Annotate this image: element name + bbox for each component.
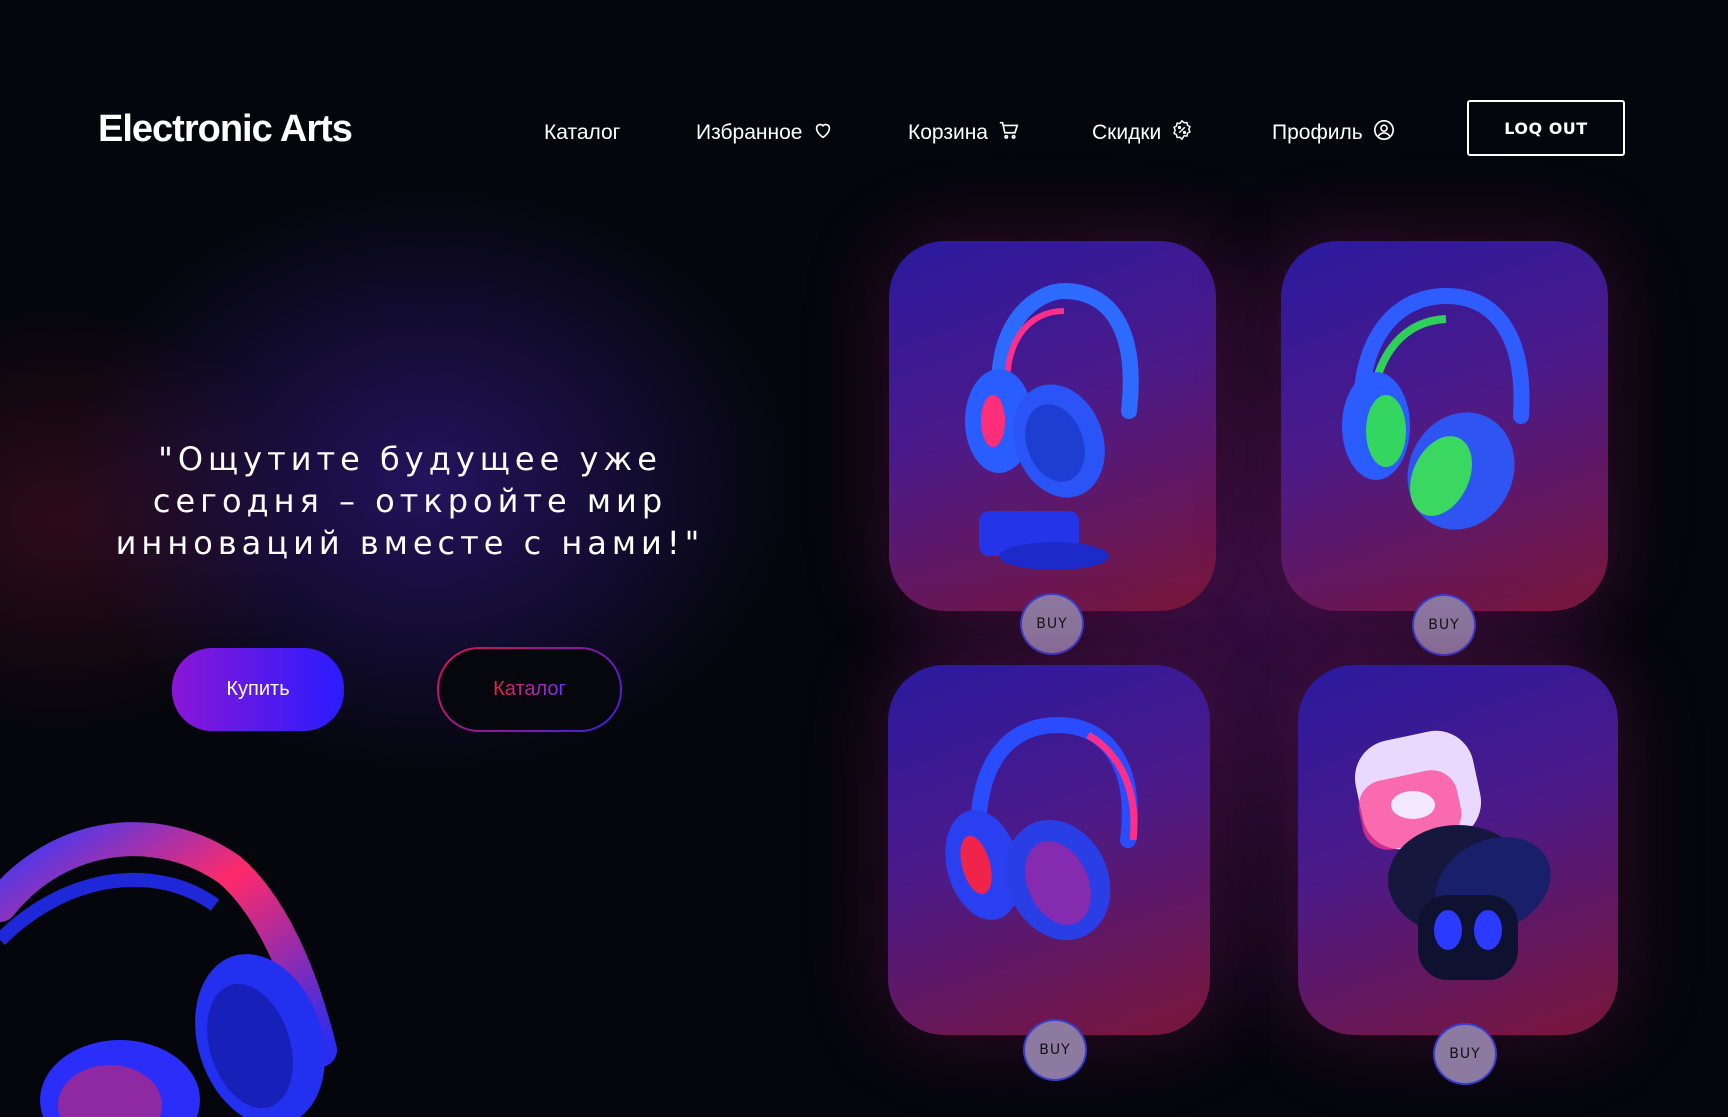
nav-item-profile[interactable]: Профиль [1272,116,1395,150]
nav-item-label: Избранное [696,121,803,144]
buy-button[interactable]: Купить [172,648,344,731]
headphones-image [945,716,1138,941]
heart-icon [812,119,834,147]
corner-headphones-image [0,822,337,1117]
hero-line: сегодня – откройте мир [152,482,668,520]
product-buy-button[interactable]: BUY [1412,594,1476,656]
product-buy-button[interactable]: BUY [1433,1023,1497,1085]
nav-item-label: Корзина [908,121,988,144]
brand-logo[interactable]: Electronic Arts [98,108,353,151]
product-card[interactable] [1298,665,1618,1035]
nav-item-cart[interactable]: Корзина [908,116,1020,150]
product-card[interactable] [889,241,1216,611]
product-card[interactable] [1281,241,1608,611]
user-circle-icon [1373,119,1395,147]
product-buy-button[interactable]: BUY [1023,1019,1087,1081]
nav-item-catalog[interactable]: Каталог [544,116,620,150]
nav-item-label: Профиль [1272,121,1363,144]
logout-button[interactable]: LOQ OUT [1467,100,1625,156]
hero-line: "Ощутите будущее уже [158,440,662,478]
cart-icon [998,119,1020,147]
hero-line: инноваций вместе с нами!" [115,524,705,562]
nav-item-favorites[interactable]: Избранное [696,116,834,150]
discount-badge-icon [1171,119,1193,147]
product-card[interactable] [888,665,1210,1035]
nav-item-discounts[interactable]: Скидки [1092,116,1193,150]
product-buy-button[interactable]: BUY [1020,593,1084,655]
nav-item-label: Каталог [544,121,621,144]
catalog-button-label: Каталог [493,678,566,700]
nav-item-label: Скидки [1092,121,1162,144]
catalog-button[interactable]: Каталог [437,647,622,732]
headphones-image [1342,287,1530,530]
hero-tagline: "Ощутите будущее уже сегодня – откройте … [100,438,720,564]
headphones-image [965,282,1139,570]
earbuds-image [1354,730,1551,980]
